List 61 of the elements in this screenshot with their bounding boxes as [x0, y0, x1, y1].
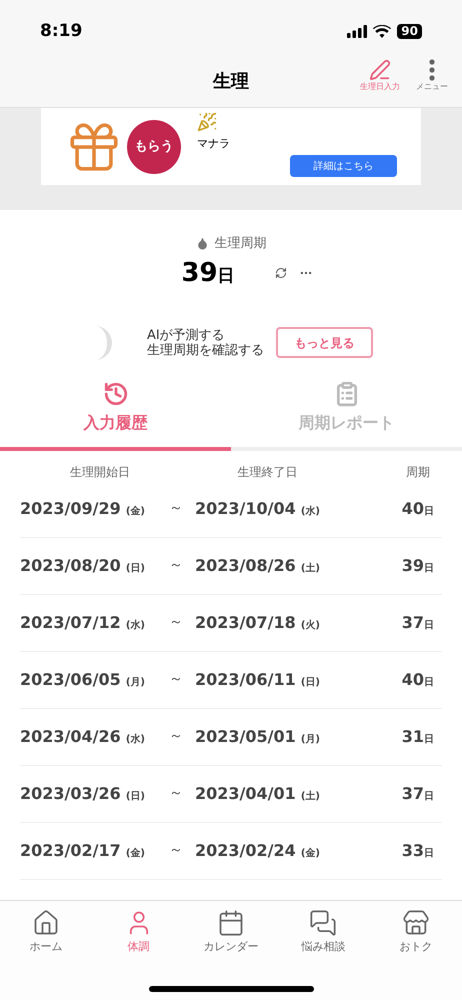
cycle-length: 33日: [402, 840, 434, 862]
end-date: 2023/05/01 (月): [195, 726, 321, 748]
nav-tab[interactable]: カレンダー: [184, 909, 278, 956]
cycle-label: 生理周期: [214, 235, 266, 253]
start-date: 2023/04/26 (水): [20, 726, 146, 748]
drop-icon: [196, 237, 208, 250]
menu-button[interactable]: メニュー: [410, 59, 454, 93]
end-date: 2023/08/26 (土): [195, 554, 321, 576]
period-input-button[interactable]: 生理日入力: [358, 59, 402, 93]
start-date: 2023/09/29 (金): [20, 498, 146, 520]
details-button[interactable]: 詳細はこちら: [290, 155, 397, 177]
ai-prediction-text: AIが予測する 生理周期を確認する: [147, 328, 264, 358]
page-title: 生理: [213, 70, 249, 94]
cycle-length: 39日: [402, 554, 434, 576]
date-separator: ～: [169, 784, 183, 803]
calendar-icon: [217, 909, 246, 937]
end-date: 2023/04/01 (土): [195, 782, 321, 804]
column-header: 生理開始日: [69, 464, 131, 480]
date-separator: ～: [169, 841, 183, 860]
column-header: 生理終了日: [236, 464, 298, 480]
date-separator: ～: [169, 670, 183, 689]
signal-icon: [347, 25, 368, 38]
store-icon: [402, 909, 430, 937]
end-date: 2023/02/24 (金): [195, 840, 321, 862]
end-date: 2023/07/18 (火): [195, 612, 321, 634]
brand-name: マナラ: [197, 136, 230, 152]
status-time: 8:19: [40, 20, 82, 43]
pen-icon: [369, 59, 391, 81]
refresh-icon[interactable]: [274, 267, 287, 279]
nav-tab[interactable]: ホーム: [0, 909, 92, 956]
date-separator: ～: [169, 556, 183, 575]
history-icon: [102, 380, 128, 406]
start-date: 2023/06/05 (月): [20, 668, 146, 690]
date-separator: ～: [169, 499, 183, 518]
cycle-value: 39 日: [181, 256, 235, 290]
wifi-icon: [373, 25, 392, 38]
date-separator: ～: [169, 613, 183, 632]
nav-tab[interactable]: 悩み相談: [277, 909, 370, 956]
home-icon: [32, 909, 60, 937]
party-popper-icon: [197, 112, 217, 132]
end-date: 2023/06/11 (日): [195, 668, 321, 690]
cycle-length: 40日: [402, 668, 434, 690]
nav-tab[interactable]: おトク: [370, 909, 462, 956]
start-date: 2023/02/17 (金): [20, 840, 146, 862]
tab[interactable]: 入力履歴: [0, 380, 231, 450]
speech-bubble: もらう: [127, 120, 181, 174]
column-header: 周期: [405, 464, 431, 480]
menu-icon: [429, 59, 435, 81]
cycle-length: 40日: [402, 498, 434, 520]
cycle-length: 37日: [402, 612, 434, 634]
cycle-length: 37日: [402, 782, 434, 804]
nav-tab[interactable]: 体調: [92, 909, 185, 956]
date-separator: ～: [169, 727, 183, 746]
chat-icon: [309, 909, 338, 937]
see-more-button[interactable]: もっと見る: [276, 327, 373, 358]
start-date: 2023/07/12 (水): [20, 612, 146, 634]
start-date: 2023/08/20 (日): [20, 554, 146, 576]
start-date: 2023/03/26 (日): [20, 782, 146, 804]
cycle-length: 31日: [402, 726, 434, 748]
battery-level: 90: [397, 24, 422, 39]
end-date: 2023/10/04 (水): [195, 498, 321, 520]
